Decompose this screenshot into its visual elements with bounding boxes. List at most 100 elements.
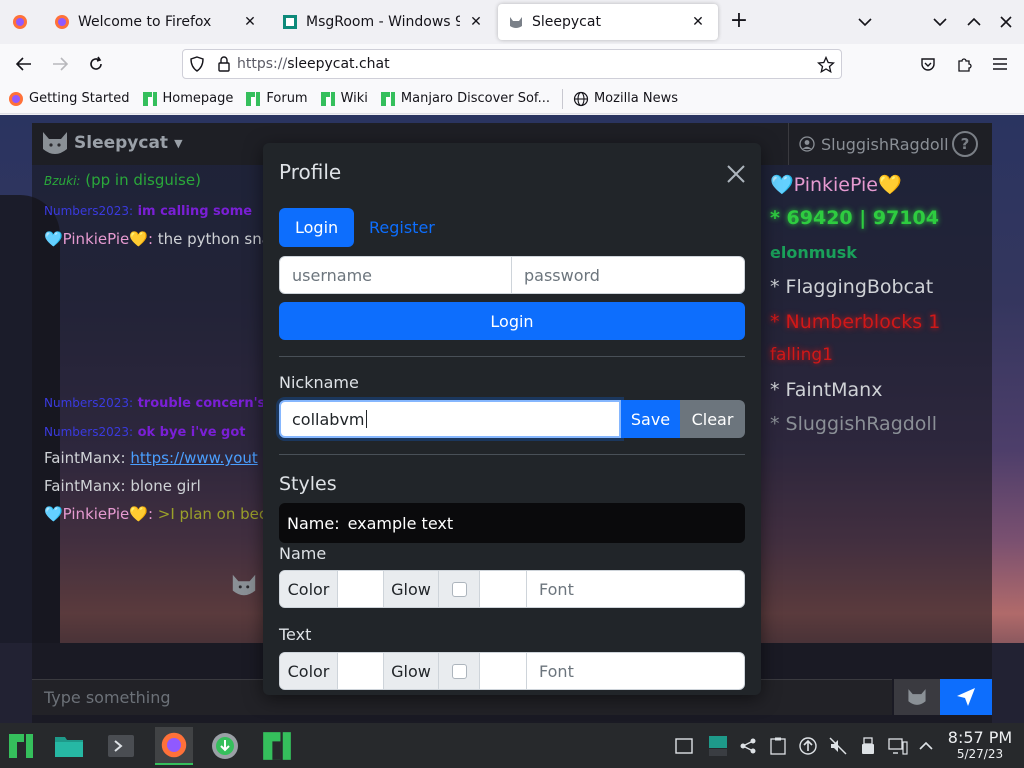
text-glow-color-picker[interactable]	[480, 653, 527, 689]
tab-msgroom[interactable]: MsgRoom - Windows 96 Ch ✕	[272, 4, 496, 40]
bookmark-wiki[interactable]: Wiki	[320, 91, 368, 107]
url-bar[interactable]: https://sleepycat.chat	[182, 49, 842, 79]
tab-login[interactable]: Login	[279, 208, 355, 247]
puzzle-piece-icon	[958, 58, 972, 72]
tab-welcome-firefox[interactable]: Welcome to Firefox ✕	[44, 4, 270, 40]
app-menu-button[interactable]	[987, 51, 1013, 77]
clipboard-icon[interactable]	[768, 736, 788, 756]
save-button[interactable]: Save	[621, 400, 680, 438]
volume-muted-icon[interactable]	[828, 736, 848, 756]
current-user[interactable]: SluggishRagdoll	[788, 123, 959, 165]
bookmark-label: Getting Started	[29, 91, 130, 106]
display-settings-icon[interactable]	[888, 736, 908, 756]
tray-expand-chevron-icon[interactable]	[916, 736, 936, 756]
bookmark-homepage[interactable]: Homepage	[142, 91, 233, 107]
close-window-icon[interactable]	[994, 10, 1018, 34]
download-icon	[212, 733, 238, 759]
user-list-item[interactable]: falling1	[770, 345, 833, 365]
firefox-taskbar-button[interactable]	[155, 727, 193, 765]
text-color-label: Color	[280, 653, 338, 689]
message-author[interactable]: FaintManx:	[44, 477, 126, 495]
maximize-window-icon[interactable]	[962, 10, 986, 34]
close-tab-icon[interactable]: ✕	[466, 12, 486, 32]
nickname-field[interactable]: collabvm	[279, 400, 621, 438]
text-color-picker[interactable]	[338, 653, 384, 689]
bookmark-label: Forum	[266, 91, 308, 106]
download-manager-button[interactable]	[206, 727, 244, 765]
bookmark-getting-started[interactable]: Getting Started	[8, 91, 130, 107]
message-author[interactable]: Bzuki:	[44, 174, 80, 188]
message-link[interactable]: https://www.yout	[130, 449, 257, 467]
network-share-icon[interactable]	[738, 736, 758, 756]
style-preview: Name: example text	[279, 503, 745, 543]
user-list-item[interactable]: * 69420 | 97104	[770, 207, 939, 229]
usb-device-icon[interactable]	[858, 736, 878, 756]
name-glow-checkbox[interactable]	[439, 571, 480, 607]
reload-button[interactable]	[83, 51, 109, 77]
manjaro-app-button[interactable]	[258, 727, 296, 765]
system-clock[interactable]: 8:57 PM 5/27/23	[944, 728, 1016, 762]
name-font-field[interactable]: Font	[527, 571, 744, 607]
workspace-pager-icon[interactable]	[708, 736, 728, 756]
message-author[interactable]: Numbers2023:	[44, 425, 133, 439]
chat-message: FaintManx: https://www.yout	[44, 449, 258, 467]
send-button[interactable]	[940, 679, 992, 715]
bookmarks-toolbar: Getting Started Homepage Forum Wiki Manj…	[0, 84, 1024, 114]
brand-menu[interactable]: Sleepycat ▼	[40, 129, 183, 157]
close-icon[interactable]	[725, 163, 747, 185]
emoji-button[interactable]	[894, 679, 940, 715]
navigation-bar: https://sleepycat.chat	[0, 44, 1024, 84]
username-field[interactable]	[279, 256, 512, 294]
url-text[interactable]: https://sleepycat.chat	[237, 56, 390, 72]
message-author[interactable]: 🩵PinkiePie💛:	[44, 505, 153, 523]
name-glow-color-picker[interactable]	[480, 571, 527, 607]
message-author[interactable]: Numbers2023:	[44, 204, 133, 218]
message-author[interactable]: 🩵PinkiePie💛:	[44, 230, 153, 248]
back-button[interactable]	[11, 51, 37, 77]
terminal-button[interactable]	[102, 727, 140, 765]
updates-icon[interactable]	[798, 736, 818, 756]
user-list-item[interactable]: elonmusk	[770, 243, 857, 262]
forward-button[interactable]	[47, 51, 73, 77]
message-author[interactable]: Numbers2023:	[44, 396, 133, 410]
user-list-item[interactable]: 🩵PinkiePie💛	[770, 173, 902, 196]
manjaro-icon	[142, 91, 157, 106]
user-list-item[interactable]: * Numberblocks 1	[770, 311, 940, 333]
user-list-item[interactable]: * SluggishRagdoll	[770, 413, 937, 435]
help-button[interactable]: ?	[952, 131, 978, 157]
user-list-item[interactable]: * FlaggingBobcat	[770, 276, 933, 298]
name-color-picker[interactable]	[338, 571, 384, 607]
bookmark-star-icon[interactable]	[817, 56, 835, 74]
message-text: im calling some	[133, 204, 253, 219]
tab-register[interactable]: Register	[353, 208, 451, 247]
message-author[interactable]: FaintManx:	[44, 449, 126, 467]
back-arrow-icon	[16, 57, 31, 71]
tab-sleepycat[interactable]: Sleepycat ✕	[498, 4, 718, 40]
new-tab-button[interactable]: +	[726, 10, 752, 34]
tab-title: MsgRoom - Windows 96 Ch	[306, 14, 460, 30]
file-manager-button[interactable]	[50, 727, 88, 765]
password-field[interactable]	[511, 256, 745, 294]
bookmark-manjaro-discover[interactable]: Manjaro Discover Sof...	[380, 91, 550, 107]
text-glow-label: Glow	[384, 653, 439, 689]
text-glow-checkbox[interactable]	[439, 653, 480, 689]
app-launcher-button[interactable]	[2, 727, 40, 765]
close-tab-icon[interactable]: ✕	[240, 12, 260, 32]
lock-icon[interactable]	[217, 56, 231, 72]
list-all-tabs-icon[interactable]	[853, 10, 877, 34]
clock-time: 8:57 PM	[947, 728, 1013, 747]
extensions-button[interactable]	[951, 51, 977, 77]
user-list-item[interactable]: * FaintManx	[770, 379, 882, 401]
clear-button[interactable]: Clear	[680, 400, 745, 438]
firefox-view-button[interactable]	[8, 10, 32, 34]
text-font-field[interactable]: Font	[527, 653, 744, 689]
show-desktop-icon[interactable]	[674, 736, 694, 756]
pocket-button[interactable]	[915, 51, 941, 77]
close-tab-icon[interactable]: ✕	[688, 12, 708, 32]
bookmark-forum[interactable]: Forum	[245, 91, 308, 107]
login-button[interactable]: Login	[279, 302, 745, 340]
tracking-protection-shield-icon[interactable]	[189, 56, 205, 72]
minimize-window-icon[interactable]	[928, 10, 952, 34]
message-text: the python snak	[153, 230, 280, 248]
bookmark-mozilla-news[interactable]: Mozilla News	[573, 91, 678, 107]
